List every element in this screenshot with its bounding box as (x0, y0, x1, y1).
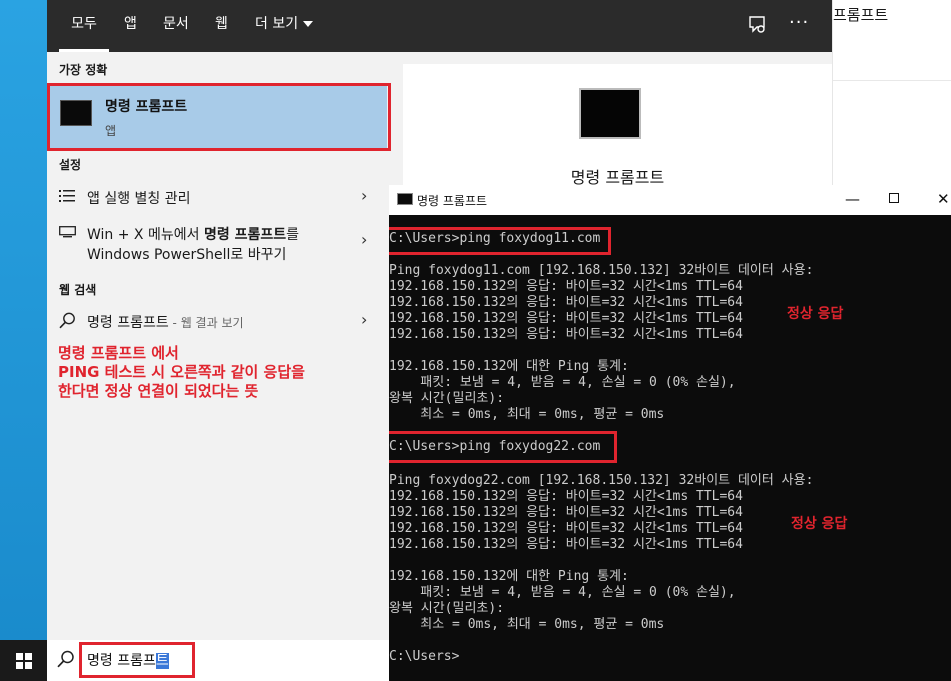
command-prompt-window: 명령 프롬프트 — ✕ C:\Users>ping foxydog11.com P… (389, 185, 951, 681)
console-line: 192.168.150.132의 응답: 바이트=32 시간<1ms TTL=6… (389, 311, 743, 326)
tab-documents[interactable]: 문서 (163, 0, 189, 52)
command-prompt-icon (397, 193, 413, 205)
web-search-label: 명령 프롬프트 - 웹 결과 보기 (87, 312, 244, 332)
search-icon (59, 312, 75, 329)
console-line: 192.168.150.132의 응답: 바이트=32 시간<1ms TTL=6… (389, 279, 743, 294)
best-match-heading: 가장 정확 (59, 63, 108, 77)
console-line: 192.168.150.132의 응답: 바이트=32 시간<1ms TTL=6… (389, 489, 743, 504)
console-line: 192.168.150.132의 응답: 바이트=32 시간<1ms TTL=6… (389, 505, 743, 520)
console-line: 최소 = 0ms, 최대 = 0ms, 평균 = 0ms (389, 407, 665, 422)
search-tabbar: 모두 앱 문서 웹 더 보기 ··· (47, 0, 832, 52)
console-line: 192.168.150.132의 응답: 바이트=32 시간<1ms TTL=6… (389, 521, 743, 536)
settings-item-winx-menu[interactable]: Win + X 메뉴에서 명령 프롬프트를 Windows PowerShell… (47, 222, 389, 268)
annotation-text: 명령 프롬프트 에서 PING 테스트 시 오른쪽과 같이 응답을 한다면 정상… (58, 344, 378, 401)
console-line: 왕복 시간(밀리초): (389, 391, 505, 406)
chevron-right-icon: › (361, 310, 368, 329)
maximize-button[interactable] (889, 193, 899, 203)
settings-item-label-line2: Windows PowerShell로 바꾸기 (87, 247, 287, 263)
tab-more[interactable]: 더 보기 (255, 0, 314, 52)
command-prompt-large-icon (579, 88, 641, 139)
winx-text-bold: 명령 프롬프트 (203, 227, 287, 243)
close-button[interactable]: ✕ (937, 190, 950, 208)
highlight-box (79, 642, 195, 678)
console-line: 192.168.150.132에 대한 Ping 통계: (389, 359, 629, 374)
normal-response-label: 정상 응답 (787, 306, 844, 322)
console-line: Ping foxydog11.com [192.168.150.132] 32바… (389, 263, 814, 278)
settings-item-app-alias[interactable]: 앱 실행 별칭 관리 › (47, 186, 389, 218)
tab-all[interactable]: 모두 (59, 0, 109, 52)
settings-item-label: Win + X 메뉴에서 명령 프롬프트를 (87, 224, 299, 244)
settings-heading: 설정 (59, 158, 82, 172)
chevron-down-icon (303, 21, 314, 27)
annotation-line: PING 테스트 시 오른쪽과 같이 응답을 (58, 363, 305, 381)
settings-item-label: 앱 실행 별칭 관리 (87, 191, 191, 207)
console-line: 192.168.150.132의 응답: 바이트=32 시간<1ms TTL=6… (389, 295, 743, 310)
background-divider (833, 80, 951, 81)
title-bar[interactable]: 명령 프롬프트 — ✕ (389, 185, 951, 215)
winx-text-c: 를 (286, 227, 299, 243)
start-button[interactable] (0, 640, 47, 681)
more-options-icon[interactable]: ··· (789, 12, 809, 33)
search-icon (57, 650, 74, 668)
background-window: 프롬프트 (832, 0, 951, 185)
list-icon (59, 190, 75, 202)
annotation-line: 한다면 정상 연결이 되었다는 뜻 (58, 382, 259, 400)
desktop-background (0, 0, 47, 681)
windows-logo-icon (15, 652, 32, 669)
normal-response-label: 정상 응답 (791, 516, 848, 532)
minimize-button[interactable]: — (845, 190, 860, 208)
preview-pane: 명령 프롬프트 (403, 64, 832, 187)
window-title: 명령 프롬프트 (417, 194, 488, 208)
highlight-box (389, 431, 617, 463)
tab-web[interactable]: 웹 (215, 0, 228, 52)
console-line: Ping foxydog22.com [192.168.150.132] 32바… (389, 473, 814, 488)
web-search-sub: - 웹 결과 보기 (168, 316, 244, 330)
console-output[interactable]: C:\Users>ping foxydog11.com Ping foxydog1… (389, 215, 951, 681)
console-line: 패킷: 보냄 = 4, 받음 = 4, 손실 = 0 (0% 손실), (389, 585, 736, 600)
annotation-line: 명령 프롬프트 에서 (58, 344, 179, 362)
chevron-right-icon: › (361, 186, 368, 205)
results-list: 가장 정확 명령 프롬프트 앱 설정 앱 실행 별칭 관리 › Win + X … (47, 52, 391, 640)
console-line: 192.168.150.132에 대한 Ping 통계: (389, 569, 629, 584)
winx-text-a: Win + X 메뉴에서 (87, 227, 204, 243)
console-line: 최소 = 0ms, 최대 = 0ms, 평균 = 0ms (389, 617, 665, 632)
search-box[interactable]: 명령 프롬프트 (47, 640, 389, 681)
background-window-text: 프롬프트 (833, 6, 889, 24)
console-line: 192.168.150.132의 응답: 바이트=32 시간<1ms TTL=6… (389, 537, 743, 552)
web-search-query: 명령 프롬프트 (87, 315, 169, 331)
highlight-box (47, 83, 391, 151)
monitor-icon (59, 226, 76, 238)
console-line: 192.168.150.132의 응답: 바이트=32 시간<1ms TTL=6… (389, 327, 743, 342)
tab-apps[interactable]: 앱 (124, 0, 137, 52)
feedback-icon[interactable] (747, 14, 769, 36)
web-search-item[interactable]: 명령 프롬프트 - 웹 결과 보기 › (47, 310, 389, 342)
console-line: 왕복 시간(밀리초): (389, 601, 505, 616)
chevron-right-icon: › (361, 230, 368, 249)
web-search-heading: 웹 검색 (59, 283, 97, 297)
highlight-box (389, 227, 611, 255)
console-line: 패킷: 보냄 = 4, 받음 = 4, 손실 = 0 (0% 손실), (389, 375, 736, 390)
tab-more-label: 더 보기 (255, 16, 299, 32)
console-line: C:\Users> (389, 649, 460, 664)
